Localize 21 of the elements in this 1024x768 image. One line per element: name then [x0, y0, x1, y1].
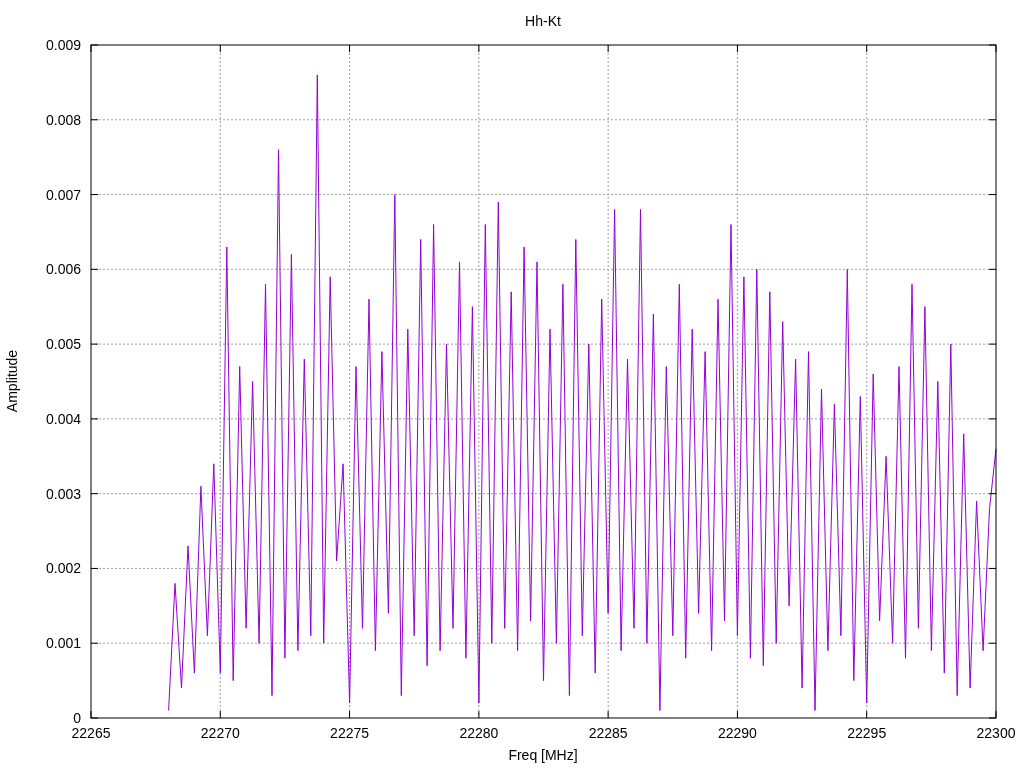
y-tick-label: 0.006 [45, 261, 81, 278]
y-tick-label: 0.002 [45, 560, 81, 577]
x-tick-label: 22265 [71, 725, 111, 741]
y-tick-label: 0 [73, 710, 81, 726]
y-tick-label: 0.003 [45, 485, 81, 502]
y-tick-label: 0.008 [45, 111, 81, 128]
x-tick-label: 22280 [459, 725, 499, 741]
x-tick-label: 22300 [976, 725, 1016, 741]
y-tick-label: 0.004 [45, 410, 81, 427]
x-tick-label: 22290 [717, 725, 757, 741]
x-tick-label: 22270 [200, 725, 240, 741]
x-tick-label: 22275 [330, 725, 370, 741]
y-tick-label: 0.007 [45, 186, 81, 203]
x-tick-label: 22285 [588, 725, 628, 741]
chart-title: Hh-Kt [525, 13, 561, 29]
x-tick-label: 22295 [847, 725, 887, 741]
y-tick-label: 0.001 [45, 635, 81, 652]
y-tick-label: 0.009 [45, 37, 81, 53]
y-tick-label: 0.005 [45, 336, 81, 353]
x-axis-title: Freq [MHz] [508, 747, 578, 763]
y-axis-title: Amplitude [4, 349, 20, 413]
